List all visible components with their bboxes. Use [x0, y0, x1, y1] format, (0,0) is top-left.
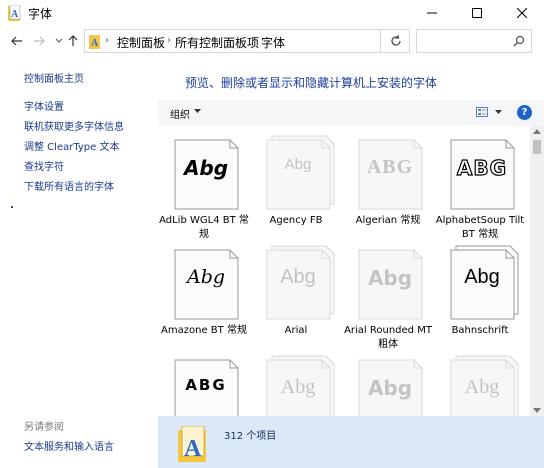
font-tile[interactable]: ABG AlphabetSoup Tilt BT 常规	[434, 126, 526, 240]
font-sample-text: Abg	[284, 156, 312, 173]
svg-text:A: A	[11, 9, 19, 20]
font-tile[interactable]: ABG Algerian 常规	[342, 126, 434, 236]
view-options-icon[interactable]	[476, 107, 488, 117]
font-sample-text: Abg	[464, 266, 500, 288]
font-sample-text: Abg	[367, 266, 413, 290]
help-icon[interactable]: ?	[517, 105, 532, 120]
chevron-down-icon	[55, 38, 63, 43]
font-name-label: Agency FB	[269, 215, 323, 226]
search-input[interactable]	[416, 29, 532, 53]
font-file-icon: ABG	[450, 134, 524, 210]
maximize-button[interactable]	[454, 0, 499, 26]
font-name-label: Algerian 常规	[355, 215, 421, 226]
font-tile[interactable]: Abg Agency FB	[250, 126, 342, 236]
font-file-icon: ABG	[174, 354, 248, 416]
adjust-cleartype-link[interactable]: 调整 ClearType 文本	[24, 138, 119, 153]
refresh-button[interactable]	[380, 29, 410, 53]
fonts-folder-icon: A	[89, 35, 100, 49]
page-title: 预览、删除或者显示和隐藏计算机上安装的字体	[185, 76, 438, 90]
scroll-thumb[interactable]	[533, 140, 541, 154]
svg-text:A: A	[91, 38, 99, 49]
font-file-icon: Abg	[266, 354, 340, 416]
minimize-button[interactable]	[409, 0, 454, 26]
up-button[interactable]	[64, 32, 82, 50]
title-bar: A 字体	[0, 0, 544, 26]
caret-down-icon[interactable]	[495, 110, 502, 114]
refresh-icon	[390, 35, 401, 46]
breadcrumb-separator: ›	[251, 35, 255, 46]
address-bar[interactable]: A › 控制面板 › 所有控制面板项 › 字体	[84, 29, 439, 53]
left-pane: 控制面板主页 字体设置 联机获取更多字体信息 调整 ClearType 文本 查…	[0, 56, 158, 468]
font-file-icon: Abg	[450, 244, 524, 320]
get-more-fonts-online-link[interactable]: 联机获取更多字体信息	[24, 118, 124, 133]
search-icon	[513, 35, 525, 47]
window-title: 字体	[28, 7, 53, 21]
font-grid: Abg AdLib WGL4 BT 常规 Abg Agency FB ABG Algeri…	[158, 126, 530, 416]
item-count: 312 个项目	[224, 431, 277, 442]
caret-down-icon[interactable]	[194, 109, 201, 113]
see-also-heading: 另请参阅	[24, 422, 64, 433]
breadcrumb-all-items[interactable]: 所有控制面板项	[175, 34, 259, 51]
vertical-scrollbar[interactable]	[530, 126, 544, 416]
breadcrumb-separator: ›	[167, 35, 171, 46]
forward-button[interactable]	[30, 32, 48, 50]
font-tile[interactable]: Abg	[342, 346, 434, 416]
find-character-link[interactable]: 查找字符	[24, 158, 64, 173]
font-name-label: Amazone BT 常规	[161, 325, 247, 336]
download-fonts-all-languages-link[interactable]: 下载所有语言的字体	[24, 178, 114, 193]
breadcrumb-separator: ›	[105, 35, 109, 46]
font-sample-text: Abg	[186, 266, 226, 288]
font-tile[interactable]: Abg	[434, 346, 526, 416]
font-sample-text: Abg	[280, 266, 316, 288]
command-bar: 组织 ?	[158, 100, 544, 126]
details-pane: A 312 个项目	[158, 416, 544, 468]
control-panel-home-link[interactable]: 控制面板主页	[24, 70, 84, 85]
font-file-icon: Abg	[266, 244, 340, 320]
font-tile[interactable]: Abg	[250, 346, 342, 416]
font-file-icon: Abg	[358, 354, 432, 416]
organize-menu[interactable]: 组织	[170, 106, 190, 121]
scroll-down-icon[interactable]	[533, 408, 541, 413]
font-name-label: Bahnschrift	[451, 325, 509, 336]
font-tile[interactable]: Abg Arial	[250, 236, 342, 346]
arrow-right-icon	[34, 36, 45, 46]
font-tile[interactable]: Abg Bahnschrift	[434, 236, 526, 346]
back-button[interactable]	[8, 32, 26, 50]
font-sample-text: ABG	[366, 156, 414, 178]
font-file-icon: Abg	[450, 354, 524, 416]
close-button[interactable]	[499, 0, 544, 26]
svg-text:A: A	[184, 436, 202, 462]
font-tile[interactable]: ABG	[158, 346, 250, 416]
fonts-folder-icon: A	[178, 426, 206, 462]
fonts-folder-icon: A	[8, 5, 21, 21]
breadcrumb-control-panel[interactable]: 控制面板	[117, 34, 165, 51]
font-sample-text: ABG	[456, 155, 508, 180]
font-sample-text: Abg	[464, 376, 500, 398]
text-services-link[interactable]: 文本服务和输入语言	[24, 438, 114, 453]
breadcrumb-fonts[interactable]: 字体	[261, 34, 285, 51]
font-tile[interactable]: Abg AdLib WGL4 BT 常规	[158, 126, 250, 240]
font-file-icon: ABG	[358, 134, 432, 210]
font-tile[interactable]: Abg Amazone BT 常规	[158, 236, 250, 346]
font-file-icon: Abg	[174, 134, 248, 210]
font-sample-text: Abg	[183, 156, 229, 180]
minimize-icon	[426, 12, 437, 14]
font-sample-text: Abg	[367, 376, 413, 400]
font-file-icon: Abg	[266, 134, 340, 210]
maximize-icon	[471, 8, 482, 18]
font-tile[interactable]: Abg Arial Rounded MT 粗体	[342, 236, 434, 350]
focus-dot	[11, 206, 13, 208]
font-file-icon: Abg	[174, 244, 248, 320]
font-settings-link[interactable]: 字体设置	[24, 98, 64, 113]
navigation-bar: A › 控制面板 › 所有控制面板项 › 字体	[0, 26, 544, 56]
scroll-up-icon[interactable]	[533, 129, 541, 134]
close-icon	[516, 8, 527, 18]
font-sample-text: ABG	[185, 376, 227, 394]
arrow-up-icon	[68, 35, 78, 46]
font-name-label: Arial	[284, 325, 308, 336]
font-file-icon: Abg	[358, 244, 432, 320]
font-sample-text: Abg	[280, 376, 316, 398]
arrow-left-icon	[11, 36, 22, 46]
